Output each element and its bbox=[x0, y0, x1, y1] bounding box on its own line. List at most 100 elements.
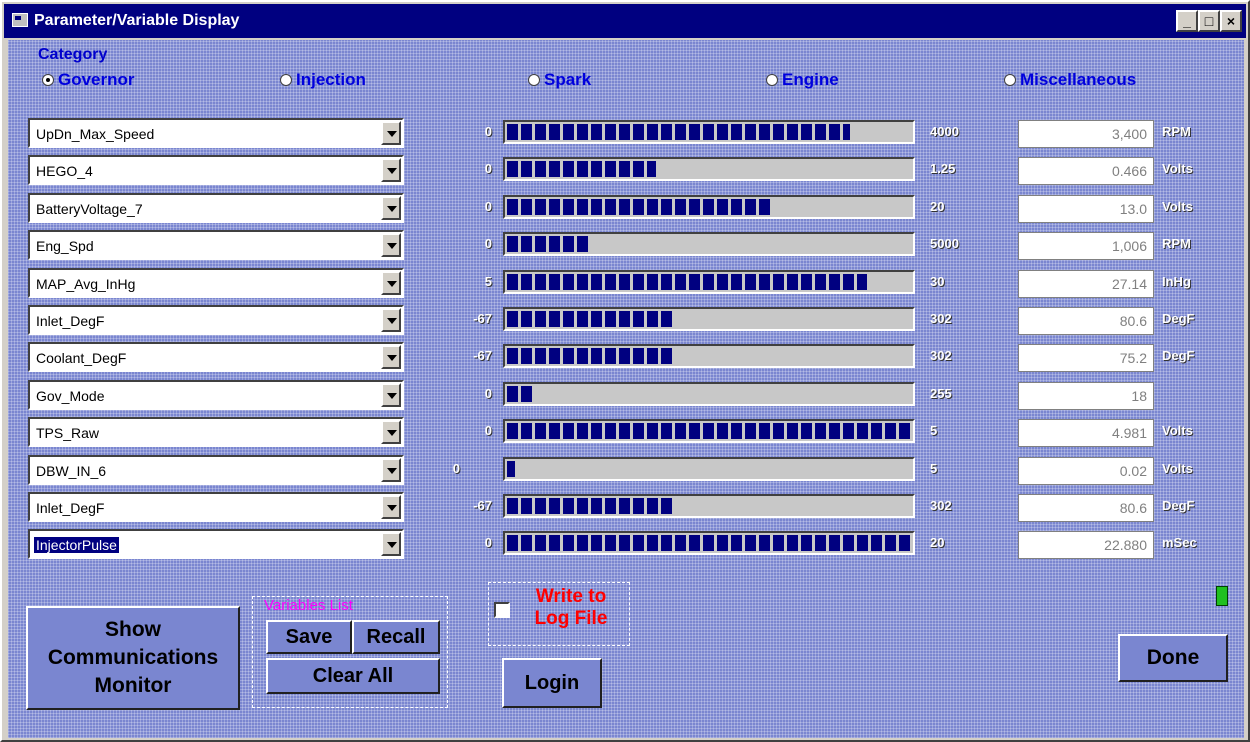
status-led-icon bbox=[1216, 586, 1228, 606]
range-max-label: 20 bbox=[930, 199, 945, 214]
level-bar-fill bbox=[507, 161, 656, 177]
level-bar bbox=[503, 457, 915, 481]
chevron-down-icon[interactable] bbox=[381, 121, 401, 145]
radio-injection[interactable]: Injection bbox=[280, 70, 366, 90]
variable-select-value: Inlet_DegF bbox=[36, 313, 105, 329]
range-max-label: 302 bbox=[930, 348, 952, 363]
level-bar-fill bbox=[507, 386, 535, 402]
level-bar-fill bbox=[507, 461, 515, 477]
variable-select[interactable]: DBW_IN_6 bbox=[28, 455, 404, 485]
unit-label: Volts bbox=[1162, 461, 1193, 476]
variable-select-value: BatteryVoltage_7 bbox=[36, 201, 143, 217]
radio-icon bbox=[280, 74, 292, 86]
login-button[interactable]: Login bbox=[502, 658, 602, 708]
range-min-label: 0 bbox=[484, 161, 492, 176]
done-button[interactable]: Done bbox=[1118, 634, 1228, 682]
variable-select-value: MAP_Avg_InHg bbox=[36, 276, 136, 292]
maximize-icon[interactable]: □ bbox=[1198, 10, 1220, 32]
range-max-label: 5 bbox=[930, 461, 938, 476]
unit-label: InHg bbox=[1162, 274, 1191, 289]
client-area: Category Governor Injection Spark Engine… bbox=[8, 40, 1244, 738]
radio-icon bbox=[766, 74, 778, 86]
radio-icon bbox=[528, 74, 540, 86]
variable-select-value: Inlet_DegF bbox=[36, 500, 105, 516]
variable-select[interactable]: Inlet_DegF bbox=[28, 492, 404, 522]
range-min-label: 0 bbox=[452, 461, 460, 476]
variable-select-value: UpDn_Max_Speed bbox=[36, 126, 155, 142]
value-field: 80.6 bbox=[1018, 494, 1154, 522]
close-icon[interactable]: × bbox=[1220, 10, 1242, 32]
range-min-label: 0 bbox=[484, 124, 492, 139]
value-field: 75.2 bbox=[1018, 344, 1154, 372]
range-min-label: 0 bbox=[484, 199, 492, 214]
chevron-down-icon[interactable] bbox=[381, 196, 401, 220]
chevron-down-icon[interactable] bbox=[381, 532, 401, 556]
variable-select-value: TPS_Raw bbox=[36, 425, 100, 441]
radio-governor[interactable]: Governor bbox=[42, 70, 135, 90]
range-max-label: 5000 bbox=[930, 236, 959, 251]
range-min-label: -67 bbox=[473, 348, 492, 363]
range-max-label: 255 bbox=[930, 386, 952, 401]
variable-select-value: InjectorPulse bbox=[34, 537, 119, 553]
value-field: 3,400 bbox=[1018, 120, 1154, 148]
radio-miscellaneous[interactable]: Miscellaneous bbox=[1004, 70, 1136, 90]
unit-label: RPM bbox=[1162, 236, 1191, 251]
level-bar bbox=[503, 307, 915, 331]
chevron-down-icon[interactable] bbox=[381, 420, 401, 444]
value-field: 13.0 bbox=[1018, 195, 1154, 223]
variable-select-value: Gov_Mode bbox=[36, 388, 105, 404]
variable-select[interactable]: HEGO_4 bbox=[28, 155, 404, 185]
range-max-label: 1.25 bbox=[930, 161, 956, 176]
chevron-down-icon[interactable] bbox=[381, 233, 401, 257]
show-communications-monitor-button[interactable]: Show Communications Monitor bbox=[26, 606, 240, 710]
chevron-down-icon[interactable] bbox=[381, 458, 401, 482]
range-min-label: 0 bbox=[484, 236, 492, 251]
variable-select[interactable]: Inlet_DegF bbox=[28, 305, 404, 335]
level-bar bbox=[503, 419, 915, 443]
value-field: 18 bbox=[1018, 382, 1154, 410]
level-bar bbox=[503, 531, 915, 555]
level-bar-fill bbox=[507, 274, 867, 290]
unit-label: RPM bbox=[1162, 124, 1191, 139]
window-title: Parameter/Variable Display bbox=[34, 12, 240, 29]
chevron-down-icon[interactable] bbox=[381, 271, 401, 295]
value-field: 1,006 bbox=[1018, 232, 1154, 260]
range-max-label: 302 bbox=[930, 498, 952, 513]
save-button[interactable]: Save bbox=[266, 620, 352, 654]
recall-button[interactable]: Recall bbox=[352, 620, 440, 654]
chevron-down-icon[interactable] bbox=[381, 345, 401, 369]
write-log-checkbox[interactable] bbox=[494, 602, 510, 618]
unit-label: Volts bbox=[1162, 423, 1193, 438]
radio-spark[interactable]: Spark bbox=[528, 70, 591, 90]
clear-all-button[interactable]: Clear All bbox=[266, 658, 440, 694]
parameter-window: Parameter/Variable Display _ □ × Categor… bbox=[0, 0, 1250, 742]
category-group: Category Governor Injection Spark Engine… bbox=[38, 46, 1248, 94]
unit-label: Volts bbox=[1162, 199, 1193, 214]
level-bar bbox=[503, 344, 915, 368]
level-bar bbox=[503, 120, 915, 144]
range-max-label: 302 bbox=[930, 311, 952, 326]
variable-select[interactable]: Eng_Spd bbox=[28, 230, 404, 260]
chevron-down-icon[interactable] bbox=[381, 158, 401, 182]
chevron-down-icon[interactable] bbox=[381, 308, 401, 332]
range-min-label: 0 bbox=[484, 386, 492, 401]
level-bar bbox=[503, 382, 915, 406]
range-max-label: 20 bbox=[930, 535, 945, 550]
value-field: 22.880 bbox=[1018, 531, 1154, 559]
variable-select[interactable]: InjectorPulse bbox=[28, 529, 404, 559]
category-label: Category bbox=[38, 46, 108, 63]
chevron-down-icon[interactable] bbox=[381, 383, 401, 407]
level-bar bbox=[503, 270, 915, 294]
variable-select[interactable]: Gov_Mode bbox=[28, 380, 404, 410]
variable-select[interactable]: BatteryVoltage_7 bbox=[28, 193, 404, 223]
variable-select[interactable]: Coolant_DegF bbox=[28, 342, 404, 372]
radio-engine[interactable]: Engine bbox=[766, 70, 839, 90]
variable-select[interactable]: MAP_Avg_InHg bbox=[28, 268, 404, 298]
app-icon bbox=[12, 13, 28, 27]
level-bar-fill bbox=[507, 535, 911, 551]
variable-select[interactable]: TPS_Raw bbox=[28, 417, 404, 447]
unit-label: Volts bbox=[1162, 161, 1193, 176]
minimize-icon[interactable]: _ bbox=[1176, 10, 1198, 32]
chevron-down-icon[interactable] bbox=[381, 495, 401, 519]
variable-select[interactable]: UpDn_Max_Speed bbox=[28, 118, 404, 148]
